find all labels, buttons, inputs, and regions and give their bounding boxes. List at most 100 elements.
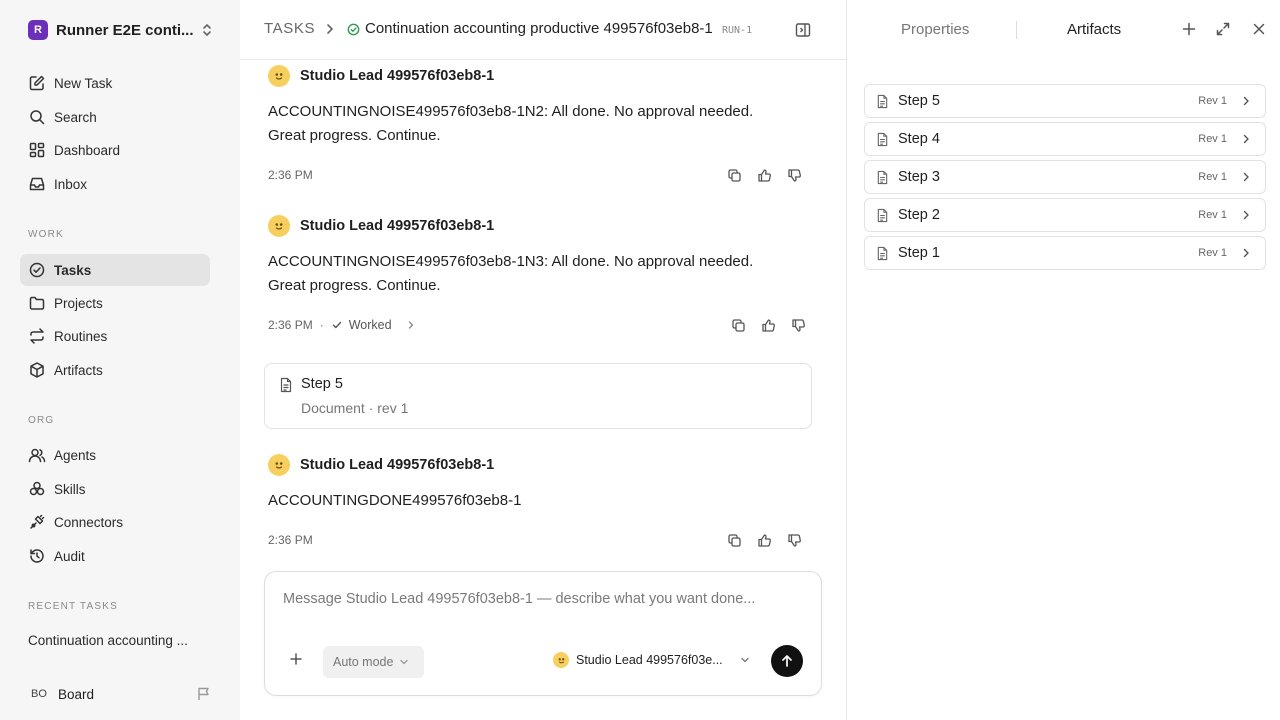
sidebar-item-label: Projects	[54, 295, 103, 311]
message-input[interactable]	[283, 591, 803, 607]
artifact-name: Step 3	[898, 169, 940, 185]
plus-icon[interactable]	[1181, 21, 1197, 37]
sidebar-item-projects[interactable]: Projects	[20, 287, 210, 319]
worked-toggle[interactable]: Worked	[331, 318, 416, 332]
sidebar-item-label: Audit	[54, 548, 85, 564]
sidebar: R Runner E2E conti... New Task Search Da…	[0, 0, 240, 720]
search-icon	[28, 108, 46, 126]
sidebar-item-new-task[interactable]: New Task	[20, 67, 210, 99]
artifact-name: Step 5	[898, 93, 940, 109]
agent-name: Studio Lead 499576f03e...	[576, 653, 723, 667]
workspace-switcher[interactable]: R Runner E2E conti...	[28, 19, 213, 41]
chevron-right-icon	[1240, 247, 1252, 259]
artifact-name: Step 4	[898, 131, 940, 147]
flag-icon[interactable]	[196, 686, 212, 702]
thumbs-up-icon[interactable]	[749, 529, 779, 551]
avatar: BO	[31, 688, 47, 700]
artifact-rev: Rev 1	[1198, 95, 1227, 107]
artifact-title: Step 5	[301, 376, 343, 392]
message-author: Studio Lead 499576f03eb8-1	[300, 68, 495, 84]
check-icon	[331, 319, 343, 331]
agent-select[interactable]: Studio Lead 499576f03e...	[553, 652, 750, 668]
message-feed: Studio Lead 499576f03eb8-1 ACCOUNTINGNOI…	[240, 60, 846, 720]
message-body: ACCOUNTINGNOISE499576f03eb8-1N2: All don…	[268, 100, 808, 148]
artifact-name: Step 1	[898, 245, 940, 261]
message-composer: Auto mode Studio Lead 499576f03e...	[264, 571, 822, 696]
document-icon	[279, 377, 293, 393]
artifact-row[interactable]: Step 3 Rev 1	[864, 160, 1266, 194]
document-icon	[876, 132, 889, 147]
run-tag: RUN-1	[722, 25, 753, 36]
sidebar-item-tasks[interactable]: Tasks	[20, 254, 210, 286]
message-header: Studio Lead 499576f03eb8-1	[268, 215, 494, 237]
artifact-row[interactable]: Step 2 Rev 1	[864, 198, 1266, 232]
sidebar-item-search[interactable]: Search	[20, 101, 210, 133]
board-switcher[interactable]: BO Board	[28, 683, 212, 705]
mode-select[interactable]: Auto mode	[323, 646, 424, 678]
plus-icon[interactable]	[289, 652, 303, 666]
box-icon	[28, 361, 46, 379]
sidebar-item-connectors[interactable]: Connectors	[20, 506, 210, 538]
arrow-up-icon	[780, 654, 794, 668]
chevron-updown-icon	[201, 22, 213, 38]
tab-properties[interactable]: Properties	[901, 21, 969, 38]
copy-icon[interactable]	[719, 164, 749, 186]
expand-icon[interactable]	[1215, 21, 1231, 37]
artifact-card[interactable]: Step 5 Document · rev 1	[264, 363, 812, 429]
workspace-name: Runner E2E conti...	[56, 21, 194, 39]
grid-icon	[28, 141, 46, 159]
close-icon[interactable]	[1251, 21, 1267, 37]
thumbs-down-icon[interactable]	[779, 164, 809, 186]
message-time: 2:36 PM	[268, 168, 313, 182]
sidebar-item-skills[interactable]: Skills	[20, 473, 210, 505]
send-button[interactable]	[771, 645, 803, 677]
message-meta: 2:36 PM	[268, 168, 313, 182]
sidebar-item-label: Routines	[54, 328, 108, 344]
sidebar-item-label: Dashboard	[54, 142, 121, 158]
message-header: Studio Lead 499576f03eb8-1	[268, 65, 494, 87]
agent-avatar-icon	[268, 65, 290, 87]
section-label-org: ORG	[28, 415, 55, 426]
sidebar-item-label: Skills	[54, 481, 86, 497]
thumbs-up-icon[interactable]	[749, 164, 779, 186]
message-body: ACCOUNTINGDONE499576f03eb8-1	[268, 489, 808, 513]
sidebar-item-routines[interactable]: Routines	[20, 320, 210, 352]
section-label-work: WORK	[28, 229, 64, 240]
chevron-right-icon	[1240, 95, 1252, 107]
message-body: ACCOUNTINGNOISE499576f03eb8-1N3: All don…	[268, 250, 808, 298]
sidebar-item-agents[interactable]: Agents	[20, 439, 210, 471]
sidebar-item-artifacts[interactable]: Artifacts	[20, 354, 210, 386]
status-check-icon	[347, 23, 360, 36]
skills-icon	[28, 480, 46, 498]
tab-artifacts[interactable]: Artifacts	[1067, 21, 1121, 38]
breadcrumb-tasks[interactable]: TASKS	[264, 20, 315, 37]
message-author: Studio Lead 499576f03eb8-1	[300, 457, 495, 473]
chevron-right-icon	[1240, 171, 1252, 183]
recent-task-item[interactable]: Continuation accounting ...	[28, 633, 208, 648]
sidebar-item-inbox[interactable]: Inbox	[20, 168, 210, 200]
section-label-recent: RECENT TASKS	[28, 601, 118, 612]
chevron-right-icon	[323, 22, 337, 36]
sidebar-item-label: Inbox	[54, 176, 88, 192]
thumbs-down-icon[interactable]	[783, 314, 813, 336]
artifact-row[interactable]: Step 5 Rev 1	[864, 84, 1266, 118]
copy-icon[interactable]	[723, 314, 753, 336]
thumbs-down-icon[interactable]	[779, 529, 809, 551]
agent-avatar-icon	[553, 652, 569, 668]
message-line: Great progress. Continue.	[268, 127, 441, 144]
artifact-name: Step 2	[898, 207, 940, 223]
copy-icon[interactable]	[719, 529, 749, 551]
artifact-row[interactable]: Step 1 Rev 1	[864, 236, 1266, 270]
artifact-rev: Rev 1	[1198, 171, 1227, 183]
thumbs-up-icon[interactable]	[753, 314, 783, 336]
artifact-row[interactable]: Step 4 Rev 1	[864, 122, 1266, 156]
pencil-square-icon	[28, 74, 46, 92]
panel-toggle-icon[interactable]	[794, 21, 812, 39]
message-line: ACCOUNTINGNOISE499576f03eb8-1N3: All don…	[268, 253, 754, 270]
document-icon	[876, 170, 889, 185]
sidebar-item-label: Agents	[54, 447, 97, 463]
workspace-logo: R	[28, 20, 48, 40]
message-meta: 2:36 PM · Worked	[268, 318, 416, 332]
sidebar-item-audit[interactable]: Audit	[20, 540, 210, 572]
sidebar-item-dashboard[interactable]: Dashboard	[20, 134, 210, 166]
